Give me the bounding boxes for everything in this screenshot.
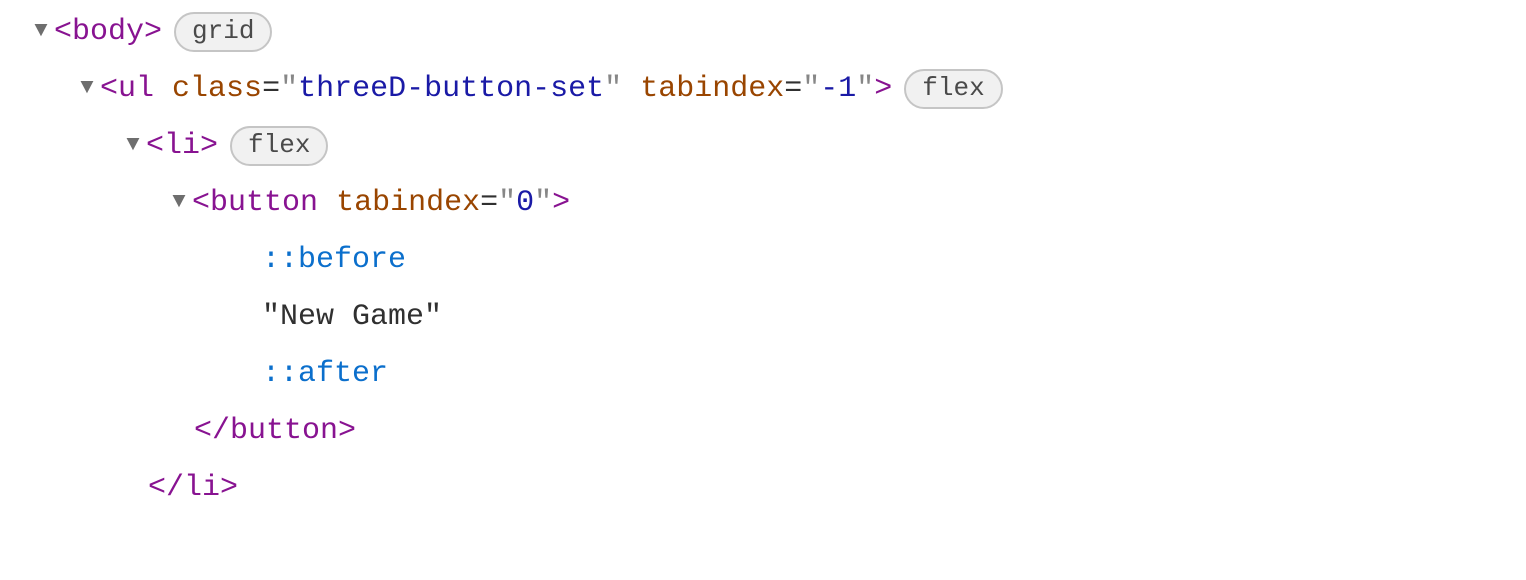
angle-close: > <box>874 61 892 118</box>
attr-tabindex: tabindex <box>336 175 480 232</box>
tree-row-body[interactable]: ▼ <body> grid <box>56 4 1526 61</box>
angle-close: > <box>144 4 162 61</box>
angle-close: > <box>552 175 570 232</box>
attr-class: class <box>172 61 262 118</box>
angle-open: < <box>54 4 72 61</box>
angle-open: < <box>146 118 164 175</box>
angle-open: </ <box>194 403 230 460</box>
tag-button: button <box>210 175 318 232</box>
tag-li-close: li <box>184 460 220 517</box>
layout-badge-flex[interactable]: flex <box>904 69 1002 109</box>
layout-badge-grid[interactable]: grid <box>174 12 272 52</box>
angle-open: < <box>192 175 210 232</box>
pseudo-before: ::before <box>262 232 406 289</box>
attr-class-value: threeD-button-set <box>298 61 604 118</box>
caret-down-icon[interactable]: ▼ <box>166 181 192 223</box>
tree-row-text-node[interactable]: "New Game" <box>56 289 1526 346</box>
tag-body: body <box>72 4 144 61</box>
angle-open: </ <box>148 460 184 517</box>
caret-down-icon[interactable]: ▼ <box>28 10 54 52</box>
tag-ul: ul <box>118 61 154 118</box>
caret-down-icon[interactable]: ▼ <box>120 124 146 166</box>
tree-row-li[interactable]: ▼ <li> flex <box>56 118 1526 175</box>
tree-row-button-close[interactable]: </button> <box>56 403 1526 460</box>
tree-row-li-close[interactable]: </li> <box>56 460 1526 517</box>
caret-down-icon[interactable]: ▼ <box>74 67 100 109</box>
tree-row-button[interactable]: ▼ <button tabindex="0"> <box>56 175 1526 232</box>
tag-button-close: button <box>230 403 338 460</box>
dom-tree: ▼ <body> grid ▼ <ul class="threeD-button… <box>0 0 1526 517</box>
tree-row-pseudo-after[interactable]: ::after <box>56 346 1526 403</box>
angle-close: > <box>220 460 238 517</box>
text-node: "New Game" <box>262 289 442 346</box>
attr-tabindex-value: -1 <box>820 61 856 118</box>
angle-open: < <box>100 61 118 118</box>
pseudo-after: ::after <box>262 346 388 403</box>
layout-badge-flex[interactable]: flex <box>230 126 328 166</box>
angle-close: > <box>200 118 218 175</box>
tag-li: li <box>164 118 200 175</box>
tree-row-ul[interactable]: ▼ <ul class="threeD-button-set" tabindex… <box>56 61 1526 118</box>
attr-tabindex-value: 0 <box>516 175 534 232</box>
angle-close: > <box>338 403 356 460</box>
attr-tabindex: tabindex <box>640 61 784 118</box>
tree-row-pseudo-before[interactable]: ::before <box>56 232 1526 289</box>
